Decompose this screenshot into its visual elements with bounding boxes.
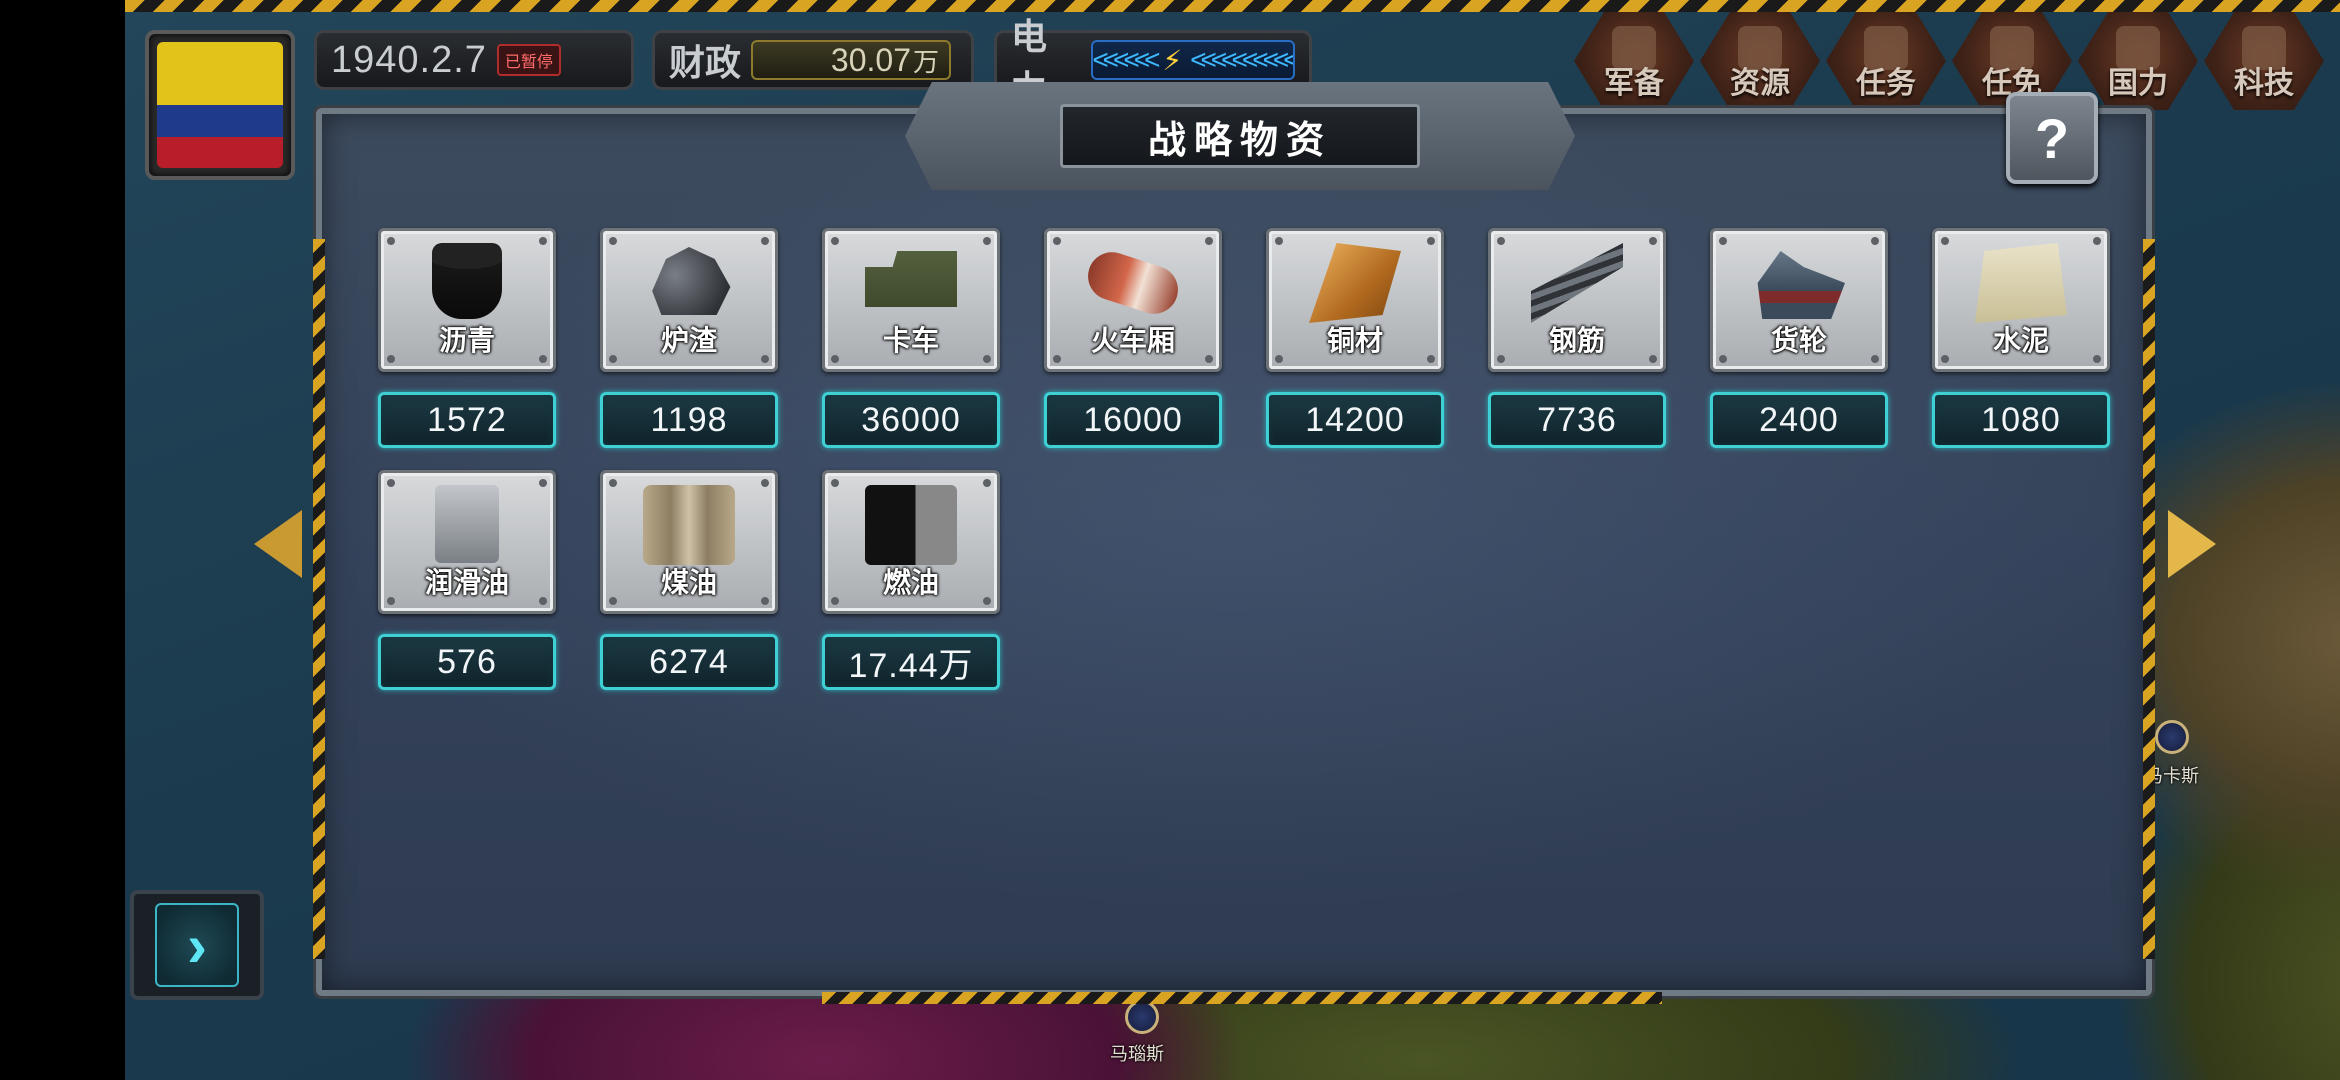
cargo-ship-icon <box>1757 251 1845 319</box>
resource-name: 润滑油 <box>424 567 509 598</box>
menu-tasks-label: 任务 <box>1856 67 1916 100</box>
panel-hazard-edge-bottom <box>822 992 1662 1004</box>
resource-tile[interactable]: 燃油 <box>822 470 1000 614</box>
jerrycan-icon <box>435 485 499 563</box>
resource-value: 16000 <box>1044 392 1222 448</box>
resource-item-slag[interactable]: 炉渣 1198 <box>600 228 778 448</box>
city-marker-right[interactable] <box>2155 720 2189 754</box>
resource-value: 36000 <box>822 392 1000 448</box>
finance-value-box: 30.07 万 <box>751 40 952 80</box>
date-display[interactable]: 1940.2.7 已暂停 <box>314 30 634 90</box>
resource-value: 2400 <box>1710 392 1888 448</box>
help-button[interactable]: ? <box>2006 92 2098 184</box>
resource-item-lubricant[interactable]: 润滑油 576 <box>378 470 556 690</box>
resource-tile[interactable]: 钢筋 <box>1488 228 1666 372</box>
resource-item-rebar[interactable]: 钢筋 7736 <box>1488 228 1666 448</box>
finance-value: 30.07 <box>830 41 911 78</box>
country-flag-button[interactable] <box>145 30 295 180</box>
resource-value: 1572 <box>378 392 556 448</box>
resource-tile[interactable]: 润滑油 <box>378 470 556 614</box>
menu-technology-label: 科技 <box>2234 67 2294 100</box>
menu-armament-label: 军备 <box>1604 67 1664 100</box>
resource-name: 水泥 <box>1992 325 2049 356</box>
finance-label: 财政 <box>669 42 742 83</box>
power-display[interactable]: 电力 <<<<<< ⚡ <<<<<<<<<< <box>994 16 1312 109</box>
resource-tile[interactable]: 沥青 <box>378 228 556 372</box>
finance-unit: 万 <box>913 46 940 77</box>
resource-name: 炉渣 <box>660 325 717 356</box>
resource-value: 6274 <box>600 634 778 690</box>
resource-item-cement[interactable]: 水泥 1080 <box>1932 228 2110 448</box>
resource-tile[interactable]: 火车厢 <box>1044 228 1222 372</box>
chevron-right-icon: › <box>155 903 239 987</box>
resource-tile[interactable]: 水泥 <box>1932 228 2110 372</box>
slag-pile-icon <box>652 247 731 315</box>
resource-item-copper[interactable]: 铜材 14200 <box>1266 228 1444 448</box>
resource-name: 燃油 <box>882 567 939 598</box>
menu-national-power-label: 国力 <box>2108 67 2168 100</box>
resource-name: 煤油 <box>660 567 717 598</box>
resource-value: 1198 <box>600 392 778 448</box>
city-label-bottom: 马瑙斯 <box>1110 1044 1164 1064</box>
resource-item-kerosene[interactable]: 煤油 6274 <box>600 470 778 690</box>
resource-name: 沥青 <box>438 325 495 356</box>
resource-name: 火车厢 <box>1090 325 1175 356</box>
paused-badge[interactable]: 已暂停 <box>496 44 561 76</box>
panel-title-plate: 战略物资 <box>905 82 1575 190</box>
resource-value: 7736 <box>1488 392 1666 448</box>
railcar-icon <box>1081 245 1185 321</box>
copper-ingot-icon <box>1309 243 1401 323</box>
resource-item-freighter[interactable]: 货轮 2400 <box>1710 228 1888 448</box>
resource-item-fuel[interactable]: 燃油 17.44万 <box>822 470 1000 690</box>
prev-page-arrow-icon[interactable] <box>254 510 302 578</box>
lightning-icon: ⚡ <box>1162 44 1183 76</box>
city-marker-bottom[interactable] <box>1125 1000 1159 1034</box>
panel-title: 战略物资 <box>1060 104 1420 168</box>
resource-name: 铜材 <box>1326 325 1383 356</box>
power-bar: <<<<<< ⚡ <<<<<<<<<< <box>1090 40 1295 80</box>
resource-item-railcar[interactable]: 火车厢 16000 <box>1044 228 1222 448</box>
resource-name: 卡车 <box>882 325 939 356</box>
power-chevrons-right: <<<<<<<<<< <box>1190 44 1294 75</box>
game-date: 1940.2.7 <box>331 38 487 81</box>
resource-name: 钢筋 <box>1548 325 1605 356</box>
resource-value: 17.44万 <box>822 634 1000 690</box>
letterbox-left <box>0 0 125 1080</box>
resource-item-asphalt[interactable]: 沥青 1572 <box>378 228 556 448</box>
finance-display[interactable]: 财政 30.07 万 <box>652 30 974 90</box>
menu-resources-label: 资源 <box>1730 67 1790 100</box>
colombia-flag <box>157 42 283 168</box>
resource-name: 货轮 <box>1770 325 1827 356</box>
resource-tile[interactable]: 煤油 <box>600 470 778 614</box>
kerosene-tanks-icon <box>643 485 735 565</box>
resource-value: 14200 <box>1266 392 1444 448</box>
fuel-barrel-icon <box>865 485 957 565</box>
hud-hazard-stripe <box>125 0 2340 12</box>
resource-tile[interactable]: 卡车 <box>822 228 1000 372</box>
resource-tile[interactable]: 炉渣 <box>600 228 778 372</box>
asphalt-bucket-icon <box>432 243 502 319</box>
resource-tile[interactable]: 铜材 <box>1266 228 1444 372</box>
next-page-arrow-icon[interactable] <box>2168 510 2216 578</box>
truck-icon <box>865 251 957 307</box>
rebar-icon <box>1531 243 1623 323</box>
resource-item-truck[interactable]: 卡车 36000 <box>822 228 1000 448</box>
resource-value: 576 <box>378 634 556 690</box>
power-chevrons-left: <<<<<< <box>1092 44 1161 75</box>
resource-tile[interactable]: 货轮 <box>1710 228 1888 372</box>
panel-hazard-edge-right <box>2143 239 2155 959</box>
cement-bags-icon <box>1975 243 2067 323</box>
resource-value: 1080 <box>1932 392 2110 448</box>
panel-hazard-edge-left <box>313 239 325 959</box>
expand-sidebar-button[interactable]: › <box>130 890 264 1000</box>
